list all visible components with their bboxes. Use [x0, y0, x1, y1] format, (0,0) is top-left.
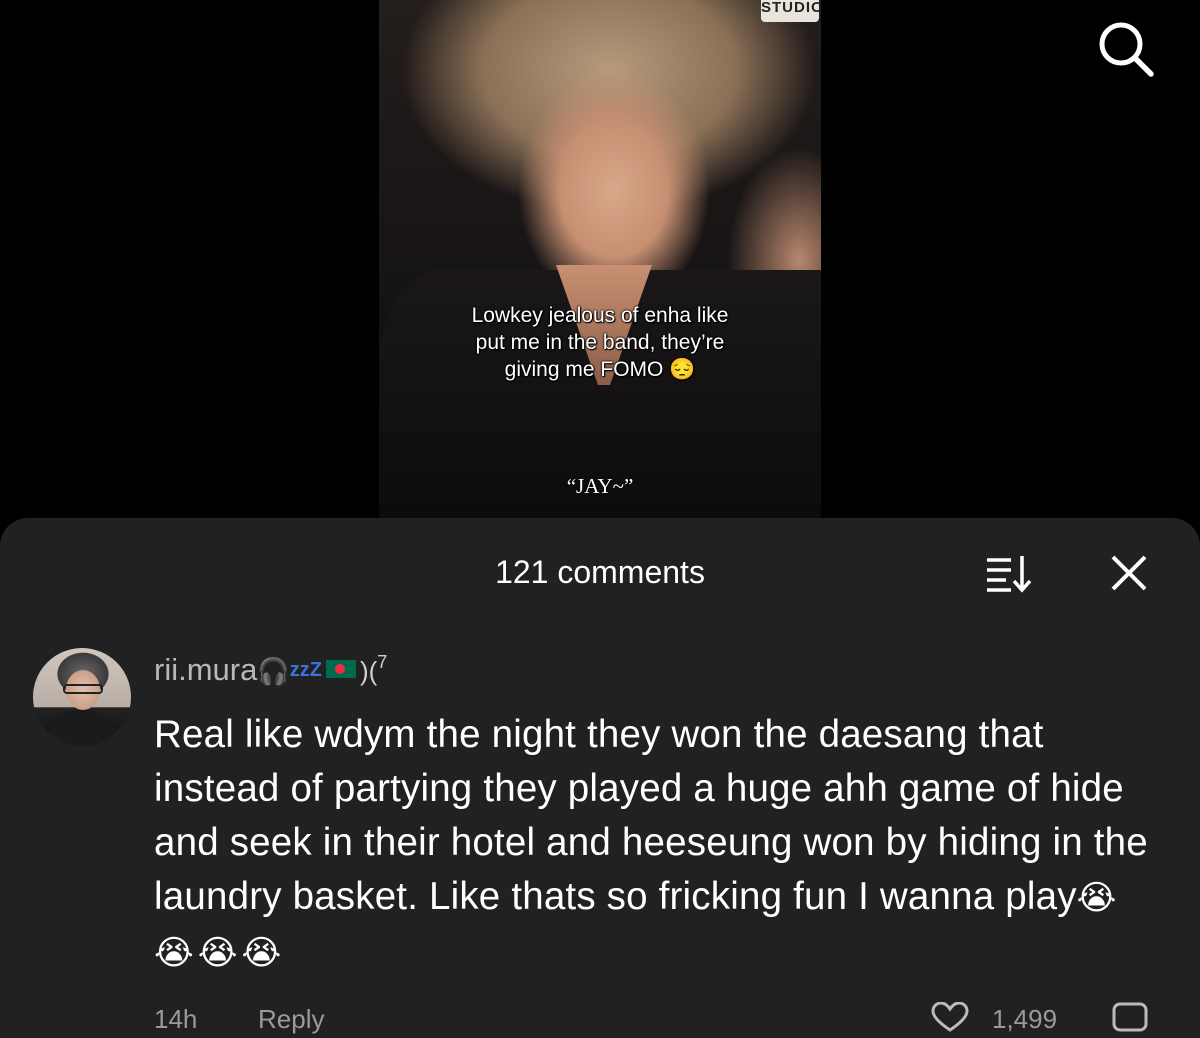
comment-body: Real like wdym the night they won the da…: [154, 708, 1164, 980]
username-tail: )(: [359, 656, 378, 686]
headphones-icon: 🎧: [257, 656, 290, 686]
sort-icon: [987, 556, 1032, 593]
dislike-icon[interactable]: [1110, 1002, 1150, 1032]
sleep-zz-icon: zzZ: [289, 659, 322, 681]
avatar-glasses: [63, 684, 103, 694]
comment-actions: 14h Reply 1,499: [154, 1000, 1164, 1034]
bangladesh-flag-icon: [325, 660, 356, 678]
comment-time: 14h: [154, 1004, 198, 1034]
comment-text: Real like wdym the night they won the da…: [154, 713, 1148, 918]
close-icon: [1111, 555, 1147, 591]
search-icon: [1099, 22, 1154, 77]
avatar-body: [47, 710, 117, 746]
video-subtitle: “JAY~”: [566, 474, 634, 498]
video-caption-line: Lowkey jealous of enha like: [471, 304, 729, 327]
video-preview[interactable]: STUDIO Lowkey jealous of enha like put m…: [379, 0, 821, 520]
video-caption-line: giving me FOMO 😔: [504, 358, 696, 381]
avatar[interactable]: [33, 648, 131, 746]
reply-button[interactable]: Reply: [258, 1004, 324, 1035]
close-comments-button[interactable]: [1108, 552, 1150, 594]
video-caption-line: put me in the band, they’re: [475, 331, 725, 354]
like-icon[interactable]: [930, 1002, 970, 1032]
username-superscript: 7: [377, 652, 388, 672]
sort-comments-button[interactable]: [984, 552, 1034, 594]
username-text: rii.mura: [154, 652, 258, 687]
search-button[interactable]: [1093, 16, 1157, 80]
video-watermark: STUDIO: [761, 0, 821, 22]
video-caption: Lowkey jealous of enha like put me in th…: [379, 302, 821, 383]
comment-username[interactable]: rii.mura🎧zzZ )(7: [154, 652, 387, 688]
like-count: 1,499: [992, 1004, 1058, 1034]
